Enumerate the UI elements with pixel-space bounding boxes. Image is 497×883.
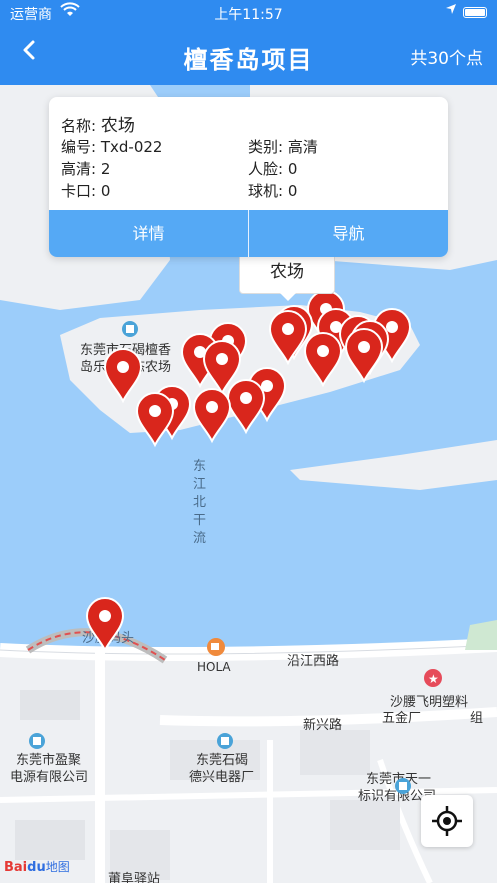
code-row: 编号: Txd-022 [61, 136, 162, 157]
building-icon-1 [122, 321, 138, 337]
building-icon-3 [217, 733, 233, 749]
building-icon-4 [395, 778, 411, 794]
road-label-1: 沿江西路 [287, 653, 339, 669]
company-label-1a: 东莞市盈聚 [16, 752, 81, 768]
company-label-1b: 电源有限公司 [10, 770, 88, 785]
gate-value: 0 [100, 182, 111, 200]
gate-label: 卡口: [61, 182, 97, 200]
status-time: 上午11:57 [214, 7, 283, 23]
svg-text:★: ★ [428, 672, 439, 686]
face-row: 人脸: 0 [248, 158, 297, 179]
point-count: 共30个点 [410, 49, 483, 69]
status-bar: 运营商 上午11:57 [0, 0, 497, 26]
river-label-5: 流 [193, 531, 206, 546]
location-arrow-icon [445, 3, 457, 18]
code-value: Txd-022 [100, 138, 163, 156]
type-label: 类别: [248, 138, 284, 156]
app-header: 运营商 上午11:57 檀香岛项目 共30个点 [0, 0, 497, 85]
face-value: 0 [287, 160, 298, 178]
navigate-button[interactable]: 导航 [248, 210, 448, 257]
baidu-map-logo: Baidu地图 [4, 858, 70, 875]
card-actions: 详情 导航 [49, 210, 448, 257]
baidu-logo-c: 地图 [45, 860, 70, 874]
factory-label-1b: 五金厂 [382, 710, 421, 726]
code-label: 编号: [61, 138, 97, 156]
cafe-icon [207, 638, 225, 656]
river-label-1: 东 [193, 459, 206, 474]
crosshair-icon [432, 806, 462, 836]
factory-label-1a: 沙腰飞明塑料 [390, 695, 468, 710]
baidu-logo-a: Bai [4, 860, 28, 875]
river-label-4: 干 [193, 513, 206, 528]
detail-button[interactable]: 详情 [49, 210, 248, 257]
marker-callout[interactable]: 农场 [239, 252, 335, 301]
factory-label-1c: 组 [470, 711, 483, 726]
face-label: 人脸: [248, 160, 284, 178]
name-row: 名称: 农场 [61, 111, 135, 136]
dome-label: 球机: [248, 182, 284, 200]
star-poi-icon: ★ [424, 669, 442, 687]
locate-button[interactable] [421, 795, 473, 847]
road-label-2: 新兴路 [303, 717, 342, 733]
hd-label: 高清: [61, 160, 97, 178]
hd-value: 2 [100, 160, 111, 178]
company-label-2b: 德兴电器厂 [189, 770, 254, 785]
dome-row: 球机: 0 [248, 180, 297, 201]
battery-icon [463, 7, 487, 18]
gate-row: 卡口: 0 [61, 180, 110, 201]
info-card: 名称: 农场 编号: Txd-022 类别: 高清 高清: 2 人脸: 0 卡口… [49, 97, 448, 257]
building-icon-2 [29, 733, 45, 749]
name-value: 农场 [100, 116, 135, 136]
dome-value: 0 [287, 182, 298, 200]
type-row: 类别: 高清 [248, 136, 318, 157]
company-label-2a: 东莞石碣 [196, 753, 248, 768]
type-value: 高清 [287, 138, 318, 156]
nav-bar: 檀香岛项目 共30个点 [0, 30, 497, 80]
hola-label: HOLA [197, 660, 231, 674]
river-label-2: 江 [193, 477, 206, 492]
baidu-logo-b: du [27, 860, 46, 875]
hd-row: 高清: 2 [61, 158, 110, 179]
name-label: 名称: [61, 117, 97, 135]
river-label-3: 北 [193, 495, 206, 510]
bus-label: 莆阜驿站 [108, 871, 160, 883]
